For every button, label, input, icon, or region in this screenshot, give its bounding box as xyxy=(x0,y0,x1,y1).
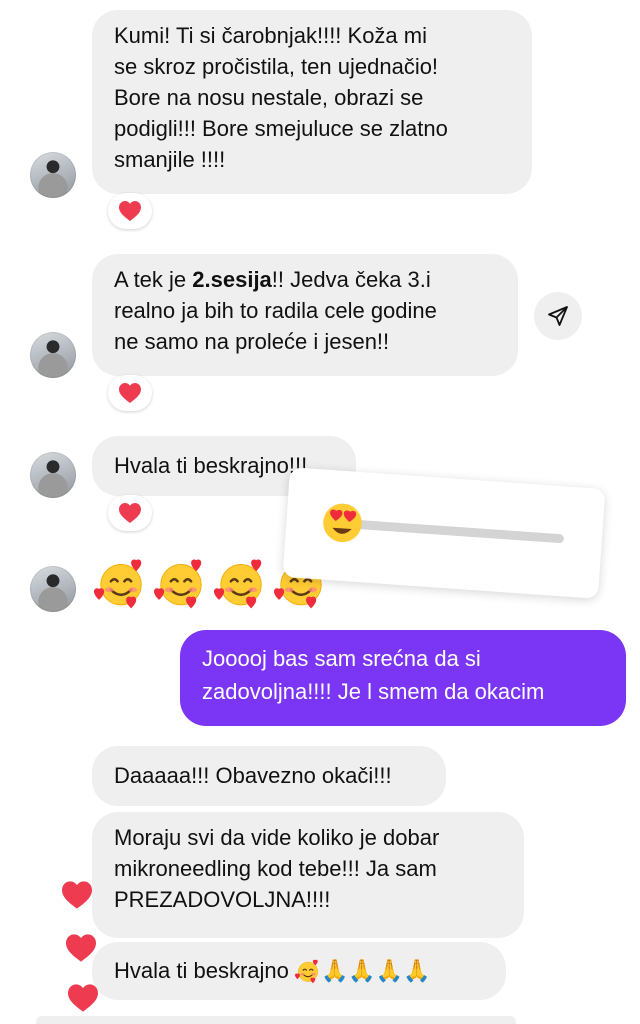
message-text: Moraju svi da vide koliko je dobar xyxy=(114,825,440,850)
next-message-bubble-edge xyxy=(36,1016,516,1024)
message-text-bold: 2.sesija xyxy=(192,267,272,292)
message-bubble[interactable]: Hvala ti beskrajno 🙏🙏🙏🙏 xyxy=(92,942,506,1000)
message-bubble[interactable]: Kumi! Ti si čarobnjak!!!! Koža mi se skr… xyxy=(92,10,532,194)
smiling-face-with-hearts-icon xyxy=(154,556,208,610)
message-text: Daaaaa!!! Obavezno okači!!! xyxy=(114,763,392,788)
message-text: PREZADOVOLJNA!!!! xyxy=(114,887,331,912)
heart-icon xyxy=(118,382,142,404)
message-text: realno ja bih to radila cele godine xyxy=(114,298,437,323)
heart-icon[interactable] xyxy=(66,983,100,1013)
heart-icon xyxy=(118,200,142,222)
message-text: smanjile !!!! xyxy=(114,147,226,172)
message-text: se skroz pročistila, ten ujednačio! xyxy=(114,54,439,79)
heart-eyes-icon[interactable] xyxy=(319,499,366,546)
message-text: Jooooj bas sam srećna da si xyxy=(202,646,481,671)
slider-track[interactable] xyxy=(336,518,565,544)
message-text: podigli!!! Bore smejuluce se zlatno xyxy=(114,116,448,141)
smiling-face-with-hearts-icon xyxy=(214,556,268,610)
emoji-slider-sticker[interactable] xyxy=(282,467,606,599)
message-text: zadovoljna!!!! Je l smem da okacim xyxy=(202,679,545,704)
avatar[interactable] xyxy=(30,332,76,378)
message-text: mikroneedling kod tebe!!! Ja sam xyxy=(114,856,437,881)
reaction-badge[interactable] xyxy=(108,495,152,531)
avatar[interactable] xyxy=(30,452,76,498)
message-text: !! Jedva čeka 3.i xyxy=(271,267,431,292)
message-bubble[interactable]: Moraju svi da vide koliko je dobar mikro… xyxy=(92,812,524,938)
reaction-badge[interactable] xyxy=(108,193,152,229)
praying-hands-icons: 🙏🙏🙏🙏 xyxy=(321,958,431,983)
heart-icon[interactable] xyxy=(60,880,94,910)
avatar[interactable] xyxy=(30,566,76,612)
message-text: Kumi! Ti si čarobnjak!!!! Koža mi xyxy=(114,23,427,48)
message-text: ne samo na proleće i jesen!! xyxy=(114,329,390,354)
message-text: Bore na nosu nestale, obrazi se xyxy=(114,85,424,110)
message-text: A tek je xyxy=(114,267,193,292)
message-text: Hvala ti beskrajno xyxy=(114,958,289,983)
smiling-face-with-hearts-icon xyxy=(94,556,148,610)
outgoing-message-bubble[interactable]: Jooooj bas sam srećna da si zadovoljna!!… xyxy=(180,630,626,726)
share-button[interactable] xyxy=(534,292,582,340)
heart-icon[interactable] xyxy=(64,933,98,963)
avatar[interactable] xyxy=(30,152,76,198)
heart-icon xyxy=(118,502,142,524)
paper-plane-icon xyxy=(548,306,568,326)
reaction-badge[interactable] xyxy=(108,375,152,411)
message-bubble[interactable]: A tek je 2.sesija!! Jedva čeka 3.i realn… xyxy=(92,254,518,376)
message-bubble[interactable]: Daaaaa!!! Obavezno okači!!! xyxy=(92,746,446,806)
smiling-face-with-hearts-icon xyxy=(295,958,321,984)
